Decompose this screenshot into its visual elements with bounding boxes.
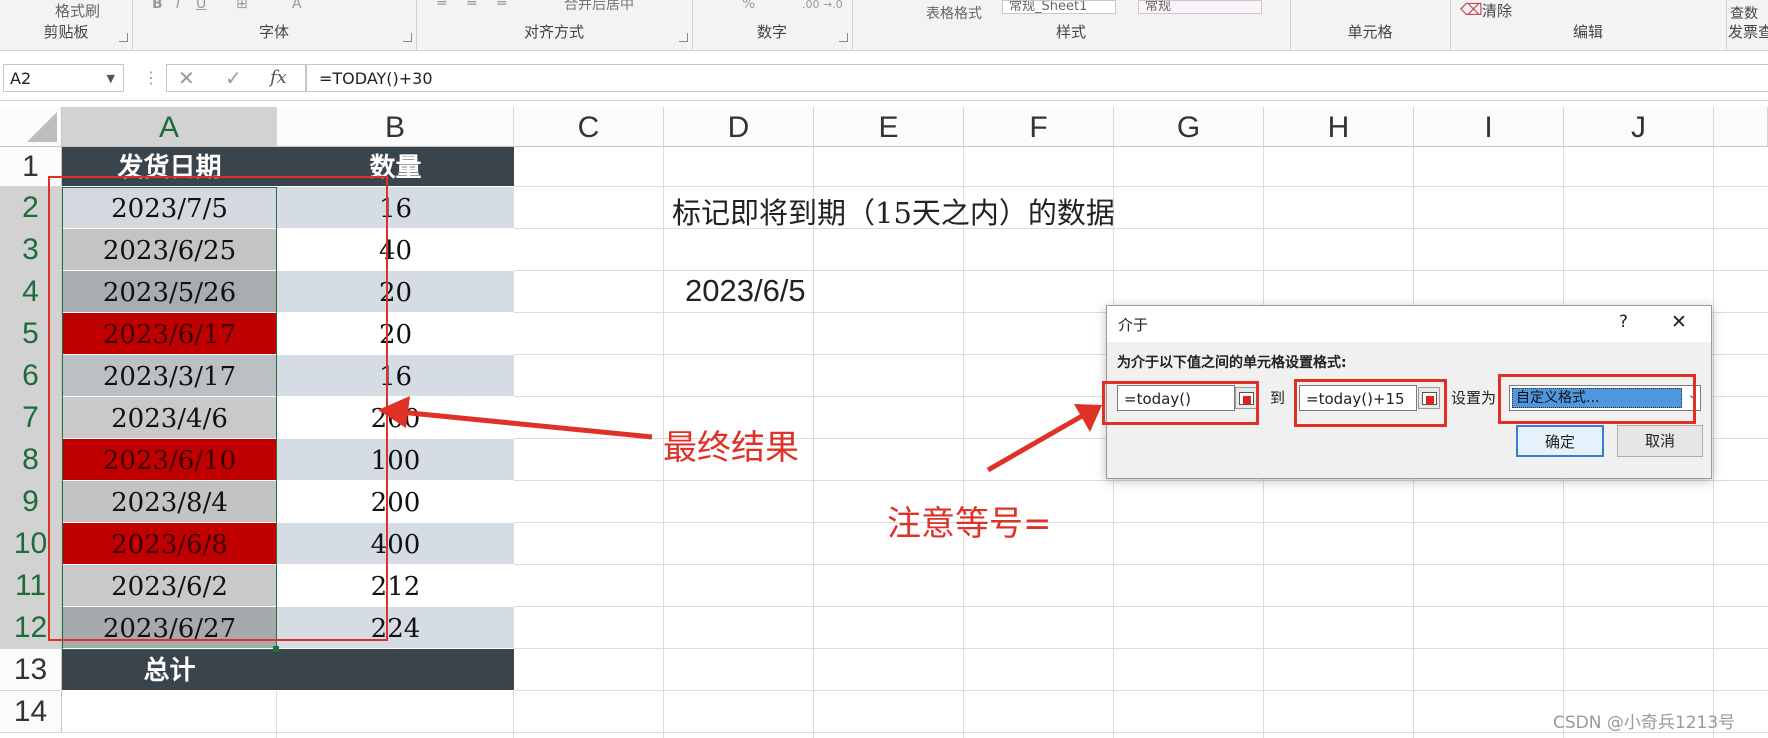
annotation-box-to [1294,379,1447,427]
arrow-to-formula [986,404,1102,473]
annotation-box-format [1498,374,1696,424]
to-label: 到 [1270,389,1286,407]
set-as-label: 设置为 [1451,389,1497,407]
cancel-button[interactable]: 取消 [1617,425,1703,457]
ok-button[interactable]: 确定 [1516,425,1604,457]
watermark: CSDN @小奇兵1213号 [1553,713,1736,733]
annotation-note-equal: 注意等号= [887,504,1052,544]
dialog-title: 介于 [1118,316,1149,334]
annotation-box-from [1102,381,1259,425]
annotation-final-result: 最终结果 [663,428,799,468]
dialog-titlebar: 介于 ? ✕ [1107,306,1711,342]
dialog-prompt: 为介于以下值之间的单元格设置格式: [1117,355,1347,371]
help-button[interactable]: ? [1619,312,1628,332]
arrow-to-result [378,396,653,440]
close-button[interactable]: ✕ [1671,311,1687,333]
